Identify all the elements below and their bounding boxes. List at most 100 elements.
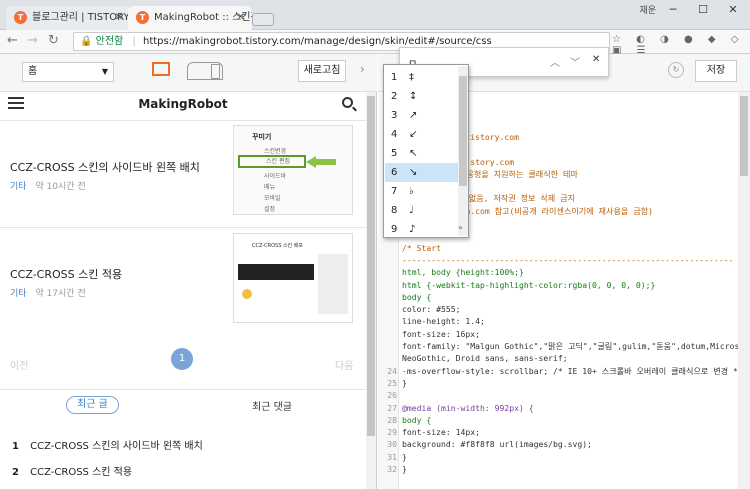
post-title[interactable]: CCZ-CROSS 스킨의 사이드바 왼쪽 배치 — [10, 159, 200, 175]
thumb-sidebar — [318, 254, 348, 314]
close-icon[interactable]: ✕ — [720, 2, 746, 18]
line-number: 28 — [387, 414, 397, 425]
blog-title[interactable]: MakingRobot — [0, 97, 366, 111]
pagination: 이전 1 다음 — [0, 346, 366, 380]
option-glyph: ♭ — [409, 186, 414, 197]
next-page-link[interactable]: 다음 — [335, 357, 353, 372]
option-glyph: ♩ — [409, 205, 414, 216]
option-key: 6 — [391, 167, 398, 178]
lock-icon: 🔒 — [80, 36, 93, 47]
address-bar-row: ← → ↻ 🔒 안전함 | https://makingrobot.tistor… — [0, 30, 750, 56]
recent-post-item[interactable]: 2 CCZ-CROSS 스킨 적용 — [12, 463, 132, 478]
code-line[interactable]: NeoGothic, Droid sans, sans-serif; — [402, 352, 568, 364]
code-line[interactable]: background: #f8f8f8 url(images/bg.svg); — [402, 438, 592, 450]
settings-icon[interactable]: ↻ — [668, 62, 684, 78]
code-line[interactable]: line-height: 1.4; — [402, 315, 485, 327]
post-thumbnail[interactable]: CCZ-CROSS 스킨 배포 — [233, 233, 353, 323]
thumb-menu-item: 메뉴 — [264, 184, 276, 191]
maximize-icon[interactable]: ☐ — [690, 2, 716, 18]
post-item[interactable]: CCZ-CROSS 스킨 적용 기타 약 17시간 전 CCZ-CROSS 스킨… — [0, 227, 366, 325]
tab-skin-edit[interactable]: T MakingRobot :: 스킨편집 ✕ — [128, 6, 252, 30]
special-char-option[interactable]: 4 ↙ — [385, 125, 458, 144]
code-line[interactable]: } — [402, 463, 407, 475]
save-button[interactable]: 저장 — [695, 60, 737, 82]
line-number: 32 — [387, 464, 397, 474]
special-char-option[interactable]: 9 ♪ — [385, 220, 458, 239]
special-char-option[interactable]: 5 ↖ — [385, 144, 458, 163]
post-thumbnail[interactable]: 꾸미기 스킨변경 스킨 편집 사이드바 메뉴 모바일 설정 — [233, 125, 353, 215]
reload-icon[interactable]: ↻ — [48, 33, 59, 48]
preview-toolbar: 홈 ▼ 새로고침 › — [0, 54, 377, 92]
code-line[interactable]: /* Start — [402, 242, 441, 254]
post-category[interactable]: 기타 — [10, 289, 27, 299]
page-select[interactable]: 홈 ▼ — [22, 62, 114, 82]
code-line[interactable]: body { — [402, 291, 431, 303]
tab-recent-comments[interactable]: 최근 댓글 — [252, 398, 292, 413]
special-char-option[interactable]: 8 ♩ — [385, 201, 458, 220]
minimize-icon[interactable]: ─ — [660, 2, 686, 18]
code-line[interactable]: html, body {height:100%;} — [402, 266, 524, 278]
tab-close-icon[interactable]: ✕ — [115, 6, 123, 30]
recent-post-number: 1 — [12, 441, 19, 452]
page-number-current[interactable]: 1 — [171, 348, 193, 370]
new-tab-button[interactable] — [252, 13, 274, 26]
arrow-left-icon — [306, 156, 316, 168]
scrollbar-thumb[interactable] — [740, 96, 748, 176]
mobile-view-icon[interactable] — [211, 64, 220, 79]
post-title[interactable]: CCZ-CROSS 스킨 적용 — [10, 266, 122, 282]
tab-bar: T 블로그관리 | TISTORY ✕ T MakingRobot :: 스킨편… — [0, 0, 750, 30]
special-char-option[interactable]: 2 ↕ — [385, 87, 458, 106]
line-number: 27 — [387, 402, 397, 413]
scrollbar-thumb[interactable] — [367, 96, 375, 436]
code-line[interactable]: font-size: 14px; — [402, 426, 480, 438]
tab-close-icon[interactable]: ✕ — [237, 6, 245, 30]
popup-scrollbar[interactable] — [458, 66, 468, 236]
prev-page-link[interactable]: 이전 — [10, 357, 28, 372]
search-icon[interactable] — [342, 97, 353, 108]
tistory-favicon-icon: T — [14, 11, 27, 24]
secure-label: 안전함 — [95, 36, 124, 47]
preview-pane: 홈 ▼ 새로고침 › MakingRobot CCZ-CROSS 스킨의 사이드… — [0, 54, 377, 489]
back-icon[interactable]: ← — [7, 33, 18, 48]
editor-scrollbar[interactable] — [738, 92, 750, 489]
code-line[interactable]: body { — [402, 414, 431, 426]
refresh-button[interactable]: 새로고침 — [298, 60, 346, 82]
desktop-view-icon[interactable] — [152, 62, 170, 76]
code-line[interactable]: @media (min-width: 992px) { — [402, 402, 534, 414]
tab-blog-manage[interactable]: T 블로그관리 | TISTORY ✕ — [6, 6, 130, 30]
code-line[interactable]: font-family: "Malgun Gothic","맑은 고딕","굴림… — [402, 340, 738, 352]
scrollbar-thumb[interactable] — [459, 76, 467, 186]
find-close-icon[interactable]: ✕ — [592, 54, 600, 65]
special-char-option[interactable]: 6 ↘ — [385, 163, 458, 182]
preview-scrollbar[interactable] — [366, 92, 376, 489]
more-chars-icon[interactable]: » — [458, 223, 468, 232]
code-line[interactable]: color: #555; — [402, 303, 460, 315]
code-line[interactable]: html {-webkit-tap-highlight-color:rgba(0… — [402, 279, 655, 291]
special-char-option[interactable]: 1 ‡ — [385, 68, 458, 87]
code-line[interactable]: -ms-overflow-style: scrollbar; /* IE 10+… — [402, 365, 738, 377]
option-glyph: ↙ — [409, 129, 418, 140]
find-next-icon[interactable]: ﹀ — [570, 54, 580, 69]
option-glyph: ‡ — [409, 72, 414, 83]
post-category[interactable]: 기타 — [10, 182, 27, 192]
option-glyph: ↘ — [409, 167, 418, 178]
recent-post-item[interactable]: 1 CCZ-CROSS 스킨의 사이드바 왼쪽 배치 — [12, 437, 203, 452]
option-key: 9 — [391, 224, 398, 235]
thumb-avatar — [242, 289, 252, 299]
find-prev-icon[interactable]: ︿ — [550, 54, 560, 69]
code-line[interactable]: } — [402, 377, 407, 389]
special-char-option[interactable]: 7 ♭ — [385, 182, 458, 201]
chevron-right-icon[interactable]: › — [360, 62, 365, 76]
line-number: 30 — [387, 439, 397, 450]
code-line[interactable]: ----------------------------------------… — [402, 254, 738, 266]
code-line[interactable]: } — [402, 451, 407, 463]
blog-preview: MakingRobot CCZ-CROSS 스킨의 사이드바 왼쪽 배치 기타 … — [0, 92, 366, 489]
forward-icon[interactable]: → — [27, 33, 38, 48]
code-line[interactable]: font-size: 16px; — [402, 328, 480, 340]
post-item[interactable]: CCZ-CROSS 스킨의 사이드바 왼쪽 배치 기타 약 10시간 전 꾸미기… — [0, 120, 366, 218]
extension-icons[interactable]: ☆ ◐ ◑ ● ◆ ◇ ▣ ☰ — [612, 34, 750, 56]
option-key: 5 — [391, 148, 398, 159]
profile-name[interactable]: 재운 — [639, 3, 656, 16]
tab-recent-posts[interactable]: 최근 글 — [66, 396, 119, 414]
special-char-option[interactable]: 3 ↗ — [385, 106, 458, 125]
